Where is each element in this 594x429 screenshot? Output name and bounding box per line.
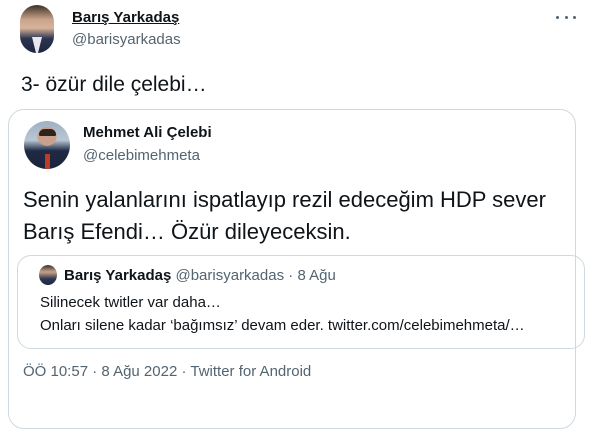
quoted-tweet-time: ÖÖ 10:57 [23, 363, 89, 380]
avatar-tie [45, 154, 50, 169]
author-handle[interactable]: @barisyarkadas [72, 31, 181, 48]
quoted-author-handle: @celebimehmeta [83, 147, 200, 164]
inner-quote-line: Onları silene kadar ‘bağımsız’ devam ede… [40, 317, 525, 334]
quoted-tweet-text: Senin yalanlarını ispatlayıp rezil edece… [23, 187, 546, 244]
author-avatar[interactable] [20, 5, 54, 53]
avatar-hair [39, 129, 56, 136]
inner-quote-line: Silinecek twitler var daha… [40, 294, 221, 311]
quoted-tweet-date: 8 Ağu 2022 [101, 363, 178, 380]
inner-author-name: Barış Yarkadaş [64, 267, 172, 284]
more-dot [573, 15, 576, 19]
inner-quoted-tweet[interactable]: Barış Yarkadaş @barisyarkadas · 8 Ağu Si… [17, 255, 585, 349]
quoted-tweet-meta: ÖÖ 10:57 · 8 Ağu 2022 · Twitter for Andr… [23, 363, 311, 380]
quoted-author-name: Mehmet Ali Çelebi [83, 124, 212, 141]
quoted-tweet-source: Twitter for Android [190, 363, 312, 380]
inner-quote-header: Barış Yarkadaş @barisyarkadas · 8 Ağu [64, 267, 336, 284]
inner-author-handle: @barisyarkadas [175, 267, 285, 284]
tweet: Barış Yarkadaş @barisyarkadas 3- özür di… [0, 0, 594, 429]
more-dot [564, 15, 568, 19]
tweet-text: 3- özür dile çelebi… [21, 73, 207, 96]
inner-author-avatar [39, 265, 57, 285]
quoted-tweet-card[interactable]: Mehmet Ali Çelebi @celebimehmeta Senin y… [8, 109, 585, 429]
meta-separator: · [88, 363, 102, 380]
more-icon[interactable] [556, 10, 576, 24]
avatar-shirt [32, 37, 42, 53]
inner-date: 8 Ağu [297, 267, 336, 284]
inner-separator: · [284, 267, 298, 284]
author-name[interactable]: Barış Yarkadaş [72, 9, 179, 26]
meta-separator: · [177, 363, 191, 380]
more-dot [556, 15, 559, 19]
quoted-author-avatar [24, 121, 70, 169]
